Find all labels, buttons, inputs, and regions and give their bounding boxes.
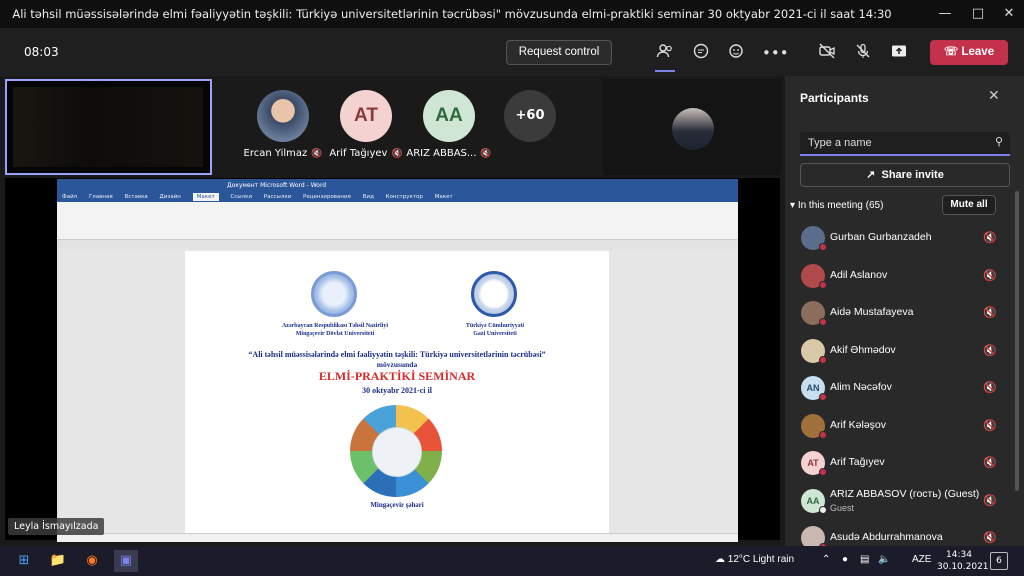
search-input[interactable] (808, 136, 978, 150)
list-item[interactable]: Arif Kələşov 🔇 (785, 408, 1013, 446)
mic-off-icon[interactable]: 🔇 (983, 306, 997, 319)
self-video-tile[interactable] (5, 79, 212, 175)
tray-mic-icon[interactable]: ● (842, 554, 848, 565)
participants-icon[interactable] (654, 42, 676, 72)
panel-title: Participants (800, 91, 869, 105)
participant-list: Gurban Gurbanzadeh 🔇 Adil Aslanov 🔇 Aidə… (785, 220, 1013, 558)
avatar: AT (801, 451, 827, 476)
avatar (801, 263, 827, 289)
list-item[interactable]: Akif Əhmədov 🔇 (785, 333, 1013, 371)
avatar: AN (801, 376, 827, 401)
list-item[interactable]: Aidə Mustafayeva 🔇 (785, 295, 1013, 333)
search-icon[interactable]: ⚲ (995, 135, 1003, 148)
firefox-icon[interactable]: ◉ (80, 550, 104, 572)
window-title: Ali təhsil müəssisələrində elmi fəaliyyə… (12, 7, 892, 21)
window-titlebar: Ali təhsil müəssisələrində elmi fəaliyyə… (0, 0, 1024, 28)
camera-off-icon[interactable] (816, 42, 838, 64)
mic-off-icon[interactable]: 🔇 (983, 419, 997, 432)
avatar (801, 338, 827, 364)
mic-off-icon: 🔇 (480, 149, 492, 159)
more-participants-badge[interactable]: +60 (504, 90, 556, 142)
avatar (801, 413, 827, 439)
close-icon[interactable]: ✕ (988, 88, 1000, 104)
avatar: AT (340, 90, 392, 142)
avatar (801, 301, 827, 326)
word-window: Документ Microsoft Word - Word Файл Глав… (57, 179, 738, 542)
in-meeting-header[interactable]: ▾ In this meeting (65) (790, 200, 883, 211)
word-ribbon (57, 202, 738, 240)
language-indicator[interactable]: AZE (912, 554, 931, 565)
word-ribbon-tabs: Файл Главная Вставка Дизайн Макет Ссылки… (57, 192, 738, 202)
avatar (257, 90, 309, 142)
tray-chevron-icon[interactable]: ⌃ (822, 554, 830, 565)
windows-start-icon[interactable]: ⊞ (12, 550, 36, 572)
maximize-icon[interactable]: □ (968, 4, 988, 24)
seminar-heading: ELMİ-PRAKTİKİ SEMİNAR (318, 369, 476, 383)
more-options-icon[interactable]: ••• (762, 42, 789, 64)
file-explorer-icon[interactable]: 📁 (46, 550, 70, 572)
word-statusbar (57, 533, 738, 542)
participant-search: ⚲ (800, 132, 1010, 156)
participant-tile-ercan[interactable]: Ercan Yilmaz 🔇 (244, 90, 323, 159)
weather-widget[interactable]: ☁ 12°C Light rain (715, 554, 794, 565)
list-item[interactable]: AT Arif Tağıyev 🔇 (785, 445, 1013, 483)
shared-screen: Документ Microsoft Word - Word Файл Глав… (5, 178, 780, 542)
avatar: AA (801, 488, 827, 514)
chat-icon[interactable] (690, 42, 712, 64)
panel-scrollbar[interactable] (1015, 191, 1019, 491)
meeting-stage: Ercan Yilmaz 🔇 AT Arif Tağıyev 🔇 AA ARIZ A… (0, 76, 785, 546)
mic-off-icon[interactable]: 🔇 (983, 269, 997, 282)
mic-off-icon[interactable]: 🔇 (983, 531, 997, 544)
meeting-toolbar: 08:03 Request control ••• ☏ Leave (0, 28, 1024, 76)
avatar (801, 226, 827, 251)
meeting-timer: 08:03 (24, 45, 59, 59)
mic-off-icon[interactable]: 🔇 (983, 231, 997, 244)
windows-taskbar: ⊞ 📁 ◉ ▣ ☁ 12°C Light rain ⌃ ● ▤ 🔈 AZE 14… (0, 546, 1024, 576)
participants-panel: Participants ✕ ⚲ ↗ Share invite ▾ In thi… (785, 76, 1024, 551)
mic-off-icon[interactable] (852, 42, 874, 64)
mute-all-button[interactable]: Mute all (942, 195, 996, 215)
mic-off-icon[interactable]: 🔇 (983, 381, 997, 394)
document-page: Azərbaycan Respublikası Təhsil Nazirliyi… (185, 251, 609, 542)
close-icon[interactable]: ✕ (999, 4, 1019, 24)
minimize-icon[interactable]: — (935, 4, 955, 24)
notifications-icon[interactable]: 6 (990, 552, 1008, 570)
avatar: AA (423, 90, 475, 142)
word-ruler (57, 240, 738, 249)
seminar-date: 30 oktyabr 2021-ci il (362, 386, 432, 395)
word-titlebar: Документ Microsoft Word - Word (57, 179, 738, 192)
seminar-city: Mingəçevir şəhəri (370, 501, 424, 509)
mic-off-icon[interactable]: 🔇 (983, 456, 997, 469)
taskbar-clock[interactable]: 14:34 30.10.2021 (937, 549, 989, 573)
participant-tile-arif[interactable]: AT Arif Tağıyev 🔇 (329, 90, 403, 159)
network-icon[interactable]: ▤ (860, 554, 869, 565)
participant-tile-ariz[interactable]: AA ARIZ ABBAS... 🔇 (406, 90, 492, 159)
speaker-video-tile[interactable] (603, 79, 781, 175)
share-icon: ↗ (866, 169, 876, 181)
teams-icon[interactable]: ▣ (114, 550, 138, 572)
request-control-button[interactable]: Request control (506, 40, 612, 65)
mic-off-icon[interactable]: 🔇 (983, 494, 997, 507)
hangup-icon: ☏ (943, 46, 959, 58)
university-seal-left (311, 271, 357, 317)
university-seal-right (471, 271, 517, 317)
presenter-name-label: Leyla İsmayılzada (8, 518, 105, 535)
list-item[interactable]: AN Alim Nəcəfov 🔇 (785, 370, 1013, 408)
reactions-icon[interactable] (726, 42, 748, 64)
share-invite-button[interactable]: ↗ Share invite (800, 163, 1010, 187)
seminar-topic: “Ali təhsil müəssisələrində elmi fəaliyy… (248, 350, 546, 359)
leave-button[interactable]: ☏ Leave (930, 40, 1008, 65)
list-item[interactable]: AA ARIZ ABBASOV (гость) (Guest) Guest 🔇 (785, 483, 1013, 521)
mic-off-icon[interactable]: 🔇 (983, 344, 997, 357)
volume-icon[interactable]: 🔈 (878, 554, 890, 565)
chevron-down-icon: ▾ (790, 200, 796, 211)
decorative-wheel-image (350, 405, 442, 497)
avatar (672, 108, 714, 150)
list-item[interactable]: Adil Aslanov 🔇 (785, 258, 1013, 296)
cloud-icon: ☁ (715, 554, 725, 565)
list-item[interactable]: Gurban Gurbanzadeh 🔇 (785, 220, 1013, 258)
share-screen-icon[interactable] (888, 42, 910, 64)
